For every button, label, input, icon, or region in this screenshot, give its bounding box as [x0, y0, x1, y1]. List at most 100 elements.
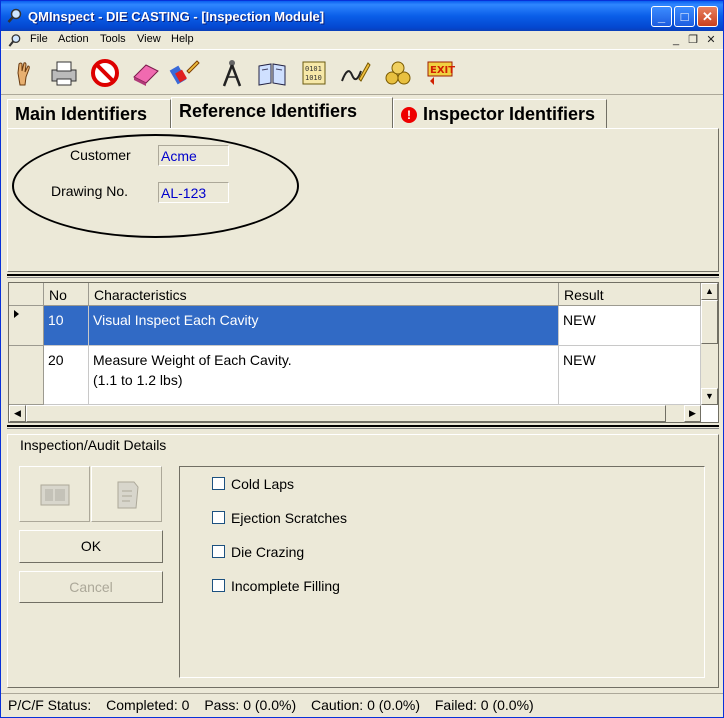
checkbox-die-crazing[interactable]: Die Crazing — [212, 544, 304, 560]
svg-text:0101: 0101 — [305, 65, 322, 73]
title-bar[interactable]: QMInspect - DIE CASTING - [Inspection Mo… — [1, 1, 723, 31]
doc-minimize-button[interactable]: _ — [669, 33, 683, 47]
no-sign-icon — [91, 59, 119, 87]
grid-corner — [9, 283, 44, 306]
checkbox-box[interactable] — [212, 511, 225, 524]
compass-icon — [222, 60, 242, 87]
book-button[interactable] — [253, 54, 291, 92]
table-cell-characteristic[interactable]: Visual Inspect Each Cavity — [89, 306, 559, 346]
compass-button[interactable] — [213, 54, 251, 92]
column-header-result[interactable]: Result — [559, 283, 701, 306]
cancel-button[interactable]: Cancel — [19, 571, 163, 603]
menu-file[interactable]: File — [30, 33, 48, 45]
table-cell-no[interactable]: 20 — [44, 346, 89, 405]
drawing-no-field[interactable]: AL-123 — [158, 182, 229, 203]
data-button[interactable]: 0101 1010 — [295, 54, 333, 92]
scroll-thumb[interactable] — [26, 405, 666, 422]
signature-button[interactable] — [336, 54, 374, 92]
coins-icon — [385, 61, 411, 85]
customer-field[interactable]: Acme — [158, 145, 229, 166]
ok-button[interactable]: OK — [19, 530, 163, 563]
minimize-button[interactable]: _ — [651, 6, 672, 27]
coins-button[interactable] — [379, 54, 417, 92]
checkbox-label: Die Crazing — [231, 544, 305, 560]
characteristic-line: Measure Weight of Each Cavity. — [93, 352, 292, 368]
table-cell-no[interactable]: 10 — [44, 306, 89, 346]
magnifier-doc-icon[interactable] — [7, 33, 23, 48]
printer-icon — [51, 61, 77, 86]
checkbox-label: Ejection Scratches — [231, 510, 347, 526]
eraser-button[interactable] — [127, 54, 165, 92]
magnifier-app-icon — [7, 8, 22, 23]
hand-tool-button[interactable] — [4, 54, 42, 92]
drawing-no-label: Drawing No. — [51, 183, 129, 199]
table-cell-characteristic[interactable]: Measure Weight of Each Cavity. (1.1 to 1… — [89, 346, 559, 405]
checkbox-box[interactable] — [212, 545, 225, 558]
app-window: QMInspect - DIE CASTING - [Inspection Mo… — [0, 0, 724, 718]
column-header-characteristics[interactable]: Characteristics — [89, 283, 559, 306]
brush-icon — [169, 60, 200, 85]
exit-icon: EXIT — [427, 61, 455, 85]
row-selector[interactable] — [9, 306, 44, 346]
prohibit-button[interactable] — [86, 54, 124, 92]
checkbox-cold-laps[interactable]: Cold Laps — [212, 476, 294, 492]
row-selector[interactable] — [9, 346, 44, 405]
checkbox-box[interactable] — [212, 477, 225, 490]
document-icon — [117, 481, 139, 509]
scroll-down-button[interactable]: ▼ — [701, 388, 718, 405]
tab-strip: Main Identifiers Reference Identifiers !… — [7, 97, 719, 129]
checkbox-box[interactable] — [212, 579, 225, 592]
checkbox-label: Incomplete Filling — [231, 578, 340, 594]
exit-button[interactable]: EXIT — [421, 54, 459, 92]
checkbox-incomplete-filling[interactable]: Incomplete Filling — [212, 578, 340, 594]
scroll-right-button[interactable]: ▶ — [684, 405, 701, 422]
vertical-scrollbar[interactable]: ▲ ▼ — [701, 283, 718, 405]
menu-bar: File Action Tools View Help _ ❐ ✕ — [1, 31, 723, 50]
svg-text:1010: 1010 — [305, 74, 322, 82]
status-bar: P/C/F Status: Completed: 0 Pass: 0 (0.0%… — [1, 693, 723, 717]
splitter[interactable] — [7, 274, 719, 278]
print-button[interactable] — [45, 54, 83, 92]
customer-label: Customer — [70, 147, 131, 163]
maximize-button[interactable]: □ — [674, 6, 695, 27]
menu-tools[interactable]: Tools — [100, 33, 126, 45]
signature-icon — [341, 62, 371, 82]
checkbox-label: Cold Laps — [231, 476, 295, 492]
table-cell-result[interactable]: NEW — [559, 306, 701, 346]
doc-close-button[interactable]: ✕ — [704, 33, 718, 47]
current-row-arrow-icon — [14, 310, 19, 318]
menu-view[interactable]: View — [137, 33, 161, 45]
status-label: P/C/F Status: — [8, 697, 92, 713]
column-header-no[interactable]: No — [44, 283, 89, 306]
tab-main-identifiers[interactable]: Main Identifiers — [7, 99, 171, 128]
svg-text:EXIT: EXIT — [430, 65, 455, 76]
menu-action[interactable]: Action — [58, 33, 89, 45]
menu-help[interactable]: Help — [171, 33, 194, 45]
scroll-left-button[interactable]: ◀ — [9, 405, 26, 422]
data-icon: 01011010 — [302, 61, 326, 85]
characteristic-line: (1.1 to 1.2 lbs) — [93, 372, 183, 388]
attachment-button[interactable] — [91, 466, 162, 522]
camera-button[interactable] — [19, 466, 90, 522]
warning-icon: ! — [401, 107, 417, 123]
brush-button[interactable] — [166, 54, 204, 92]
toolbar: 0101 1010 EXIT — [1, 51, 723, 95]
checkbox-ejection-scratches[interactable]: Ejection Scratches — [212, 510, 347, 526]
characteristics-grid: No Characteristics Result 10 Visual Insp… — [8, 282, 719, 423]
tab-reference-identifiers[interactable]: Reference Identifiers — [171, 97, 393, 129]
splitter[interactable] — [7, 425, 719, 429]
tab-label: Inspector Identifiers — [423, 104, 596, 124]
close-button[interactable]: ✕ — [697, 6, 718, 27]
window-title: QMInspect - DIE CASTING - [Inspection Mo… — [28, 9, 325, 24]
book-icon — [258, 63, 286, 86]
details-title: Inspection/Audit Details — [20, 437, 167, 453]
scroll-thumb[interactable] — [701, 300, 718, 344]
table-cell-result[interactable]: NEW — [559, 346, 701, 405]
status-completed: Completed: 0 — [106, 697, 190, 713]
eraser-icon — [133, 64, 159, 86]
status-failed: Failed: 0 (0.0%) — [434, 697, 534, 713]
horizontal-scrollbar[interactable]: ◀ ▶ — [9, 405, 701, 422]
doc-restore-button[interactable]: ❐ — [686, 33, 700, 47]
tab-inspector-identifiers[interactable]: ! Inspector Identifiers — [393, 99, 607, 128]
scroll-up-button[interactable]: ▲ — [701, 283, 718, 300]
